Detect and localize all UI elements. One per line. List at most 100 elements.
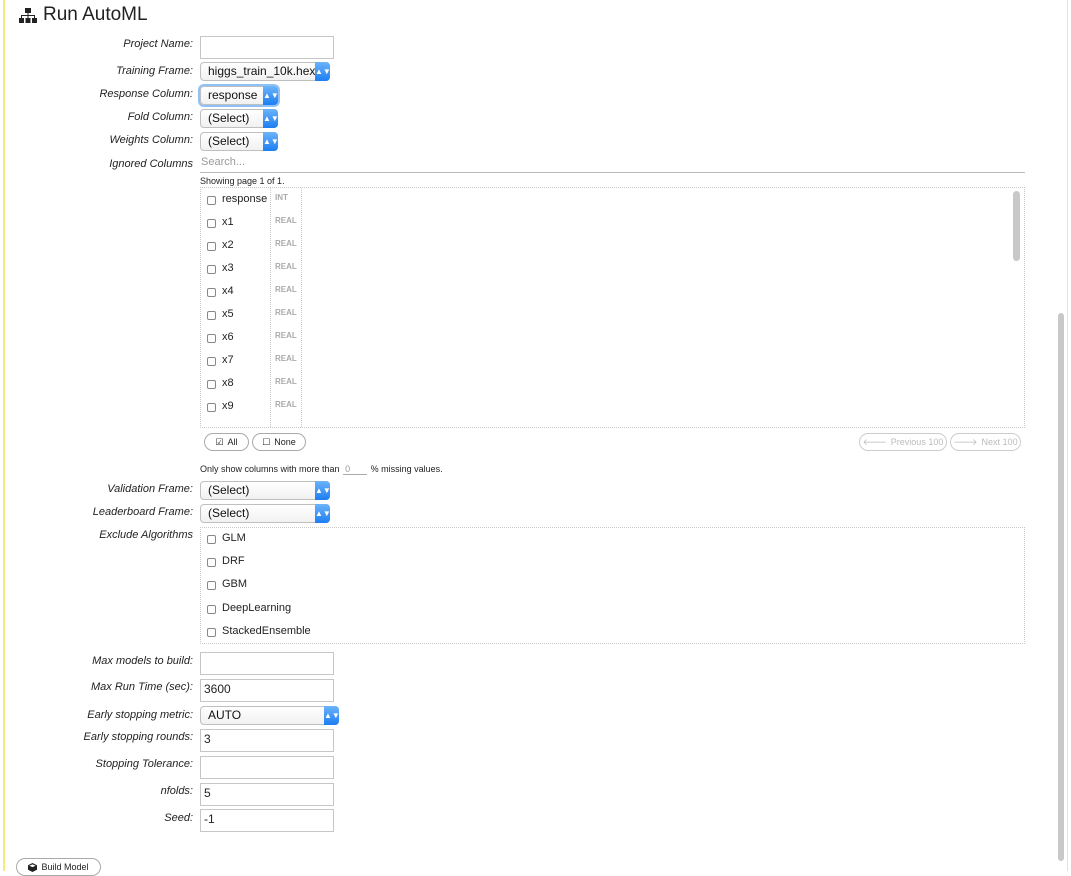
page-title: Run AutoML: [19, 4, 148, 26]
column-name: x7: [222, 354, 234, 366]
column-type: REAL: [275, 331, 297, 340]
select-arrows-icon: ▲▼: [324, 706, 340, 725]
leaderboard-frame-label: Leaderboard Frame:: [92, 506, 193, 518]
stopping-tolerance-input[interactable]: [200, 756, 334, 779]
checkbox[interactable]: [207, 219, 216, 228]
empty-box-icon: ☐: [262, 436, 271, 447]
max-models-input[interactable]: [200, 652, 334, 675]
build-model-button[interactable]: Build Model: [16, 858, 101, 876]
select-none-button[interactable]: ☐ None: [252, 433, 306, 451]
stopping-metric-select[interactable]: AUTO ▲▼: [200, 706, 340, 725]
page-title-text: Run AutoML: [43, 4, 148, 25]
checkbox[interactable]: [207, 242, 216, 251]
list-item[interactable]: x2 REAL: [201, 239, 1001, 259]
select-arrows-icon: ▲▼: [315, 62, 331, 81]
checkbox[interactable]: [207, 628, 216, 637]
select-arrows-icon: ▲▼: [315, 504, 331, 523]
select-arrows-icon: ▲▼: [263, 109, 279, 128]
ignored-columns-list: response INT x1 REAL x2 REAL x3 REAL x4 REAL …: [200, 187, 1025, 428]
missing-prefix-text: Only show columns with more than: [200, 464, 340, 474]
missing-percent-input[interactable]: 0: [343, 464, 368, 475]
column-type: REAL: [275, 239, 297, 248]
algorithm-name: DeepLearning: [222, 602, 292, 614]
select-arrows-icon: ▲▼: [263, 132, 279, 151]
column-type: REAL: [275, 400, 297, 409]
checked-box-icon: ☑: [215, 436, 224, 447]
checkbox[interactable]: [207, 334, 216, 343]
validation-frame-value: (Select): [208, 483, 250, 497]
checkbox[interactable]: [207, 403, 216, 412]
validation-frame-label: Validation Frame:: [107, 483, 193, 495]
algorithm-name: GBM: [222, 578, 248, 590]
checkbox[interactable]: [207, 311, 216, 320]
list-item[interactable]: x5 REAL: [201, 308, 1001, 328]
checkbox[interactable]: [207, 581, 216, 590]
exclude-algorithms-list: GLM DRF GBM DeepLearning StackedEnsemble: [200, 527, 1025, 644]
checkbox[interactable]: [207, 380, 216, 389]
list-item[interactable]: StackedEnsemble: [201, 625, 501, 645]
checkbox[interactable]: [207, 357, 216, 366]
column-type: INT: [275, 193, 288, 202]
list-item[interactable]: x8 REAL: [201, 377, 1001, 397]
previous-page-label: Previous 100: [890, 437, 944, 447]
list-item[interactable]: x7 REAL: [201, 354, 1001, 374]
select-all-button[interactable]: ☑ All: [204, 433, 249, 451]
training-frame-label: Training Frame:: [116, 65, 193, 77]
select-none-label: None: [274, 437, 296, 447]
checkbox[interactable]: [207, 605, 216, 614]
column-name: x8: [222, 377, 234, 389]
list-scrollbar[interactable]: [1013, 191, 1020, 261]
column-type: REAL: [275, 285, 297, 294]
checkbox[interactable]: [207, 288, 216, 297]
seed-input[interactable]: -1: [200, 809, 334, 832]
list-item[interactable]: response INT: [201, 193, 1001, 213]
list-item[interactable]: x4 REAL: [201, 285, 1001, 305]
nfolds-label: nfolds:: [160, 785, 193, 797]
missing-suffix-text: % missing values.: [370, 464, 443, 474]
fold-column-label: Fold Column:: [127, 111, 193, 123]
missing-values-filter: Only show columns with more than 0 % mis…: [200, 464, 443, 475]
stopping-metric-value: AUTO: [208, 708, 242, 722]
column-name: x4: [222, 285, 234, 297]
ignored-columns-label: Ignored Columns: [109, 158, 193, 170]
checkbox[interactable]: [207, 196, 216, 205]
list-item[interactable]: DRF: [201, 555, 501, 575]
list-item[interactable]: x1 REAL: [201, 216, 1001, 236]
weights-column-label: Weights Column:: [109, 134, 193, 146]
max-runtime-input[interactable]: 3600: [200, 679, 334, 702]
stopping-rounds-input[interactable]: 3: [200, 729, 334, 752]
column-name: response: [222, 193, 268, 205]
page-right-border: [1067, 0, 1068, 871]
fold-column-select[interactable]: (Select) ▲▼: [200, 109, 279, 128]
select-arrows-icon: ▲▼: [263, 86, 279, 105]
fold-column-value: (Select): [208, 111, 250, 125]
leaderboard-frame-select[interactable]: (Select) ▲▼: [200, 504, 331, 523]
max-models-label: Max models to build:: [92, 655, 193, 667]
project-name-label: Project Name:: [123, 38, 193, 50]
checkbox[interactable]: [207, 535, 216, 544]
list-item[interactable]: x3 REAL: [201, 262, 1001, 282]
training-frame-select[interactable]: higgs_train_10k.hex ▲▼: [200, 62, 331, 81]
stopping-metric-label: Early stopping metric:: [87, 709, 193, 721]
list-item[interactable]: x9 REAL: [201, 400, 1001, 420]
next-page-button[interactable]: 🡒 Next 100: [950, 433, 1021, 451]
column-name: x3: [222, 262, 234, 274]
response-column-select[interactable]: response ▲▼: [200, 86, 279, 105]
previous-page-button[interactable]: 🡐 Previous 100: [859, 433, 947, 451]
weights-column-select[interactable]: (Select) ▲▼: [200, 132, 279, 151]
list-item[interactable]: GBM: [201, 578, 501, 598]
column-name: x9: [222, 400, 234, 412]
page-scrollbar[interactable]: [1058, 313, 1064, 861]
project-name-input[interactable]: [200, 36, 334, 59]
validation-frame-select[interactable]: (Select) ▲▼: [200, 481, 331, 500]
ignored-columns-search-input[interactable]: Search...: [200, 156, 1025, 173]
list-item[interactable]: GLM: [201, 532, 501, 552]
nfolds-input[interactable]: 5: [200, 783, 334, 806]
checkbox[interactable]: [207, 558, 216, 567]
checkbox[interactable]: [207, 265, 216, 274]
page-info: Showing page 1 of 1.: [200, 176, 285, 186]
column-type: REAL: [275, 262, 297, 271]
list-item[interactable]: x6 REAL: [201, 331, 1001, 351]
next-page-label: Next 100: [981, 437, 1018, 447]
list-item[interactable]: DeepLearning: [201, 602, 501, 622]
